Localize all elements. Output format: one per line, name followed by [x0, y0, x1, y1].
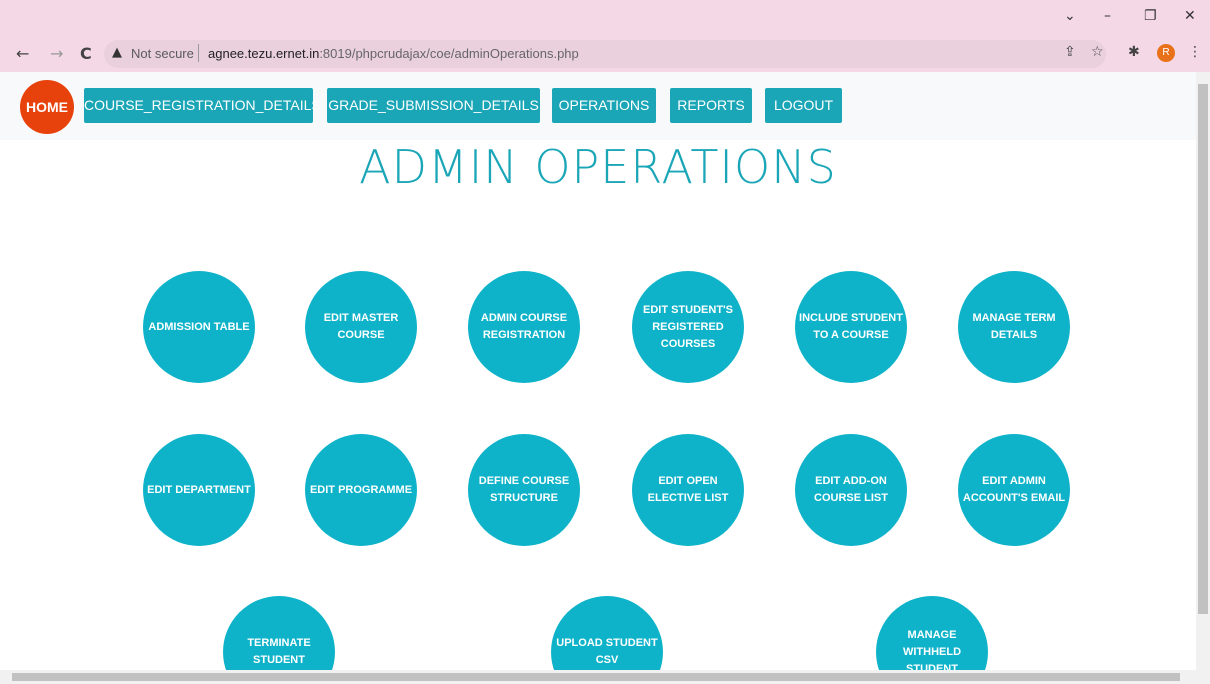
edit-department-button[interactable]: EDIT DEPARTMENT — [143, 434, 255, 546]
vertical-scrollbar[interactable] — [1196, 72, 1210, 670]
nav-reports[interactable]: REPORTS — [670, 88, 752, 123]
warning-icon[interactable]: ▲ — [112, 45, 122, 60]
page-content: HOME COURSE_REGISTRATION_DETAILS GRADE_S… — [0, 72, 1196, 670]
admission-table-button[interactable]: ADMISSION TABLE — [143, 271, 255, 383]
edit-master-course-button[interactable]: EDIT MASTER COURSE — [305, 271, 417, 383]
restore-icon[interactable]: ❐ — [1144, 8, 1157, 24]
define-course-structure-button[interactable]: DEFINE COURSE STRUCTURE — [468, 434, 580, 546]
edit-add-on-course-list-button[interactable]: EDIT ADD-ON COURSE LIST — [795, 434, 907, 546]
nav-logout[interactable]: LOGOUT — [765, 88, 842, 123]
edit-open-elective-list-button[interactable]: EDIT OPEN ELECTIVE LIST — [632, 434, 744, 546]
back-icon[interactable]: ← — [16, 44, 29, 63]
bookmark-star-icon[interactable]: ☆ — [1091, 44, 1104, 60]
horizontal-scroll-thumb[interactable] — [12, 673, 1180, 681]
forward-icon[interactable]: → — [50, 44, 63, 63]
address-separator — [198, 44, 199, 62]
browser-title-bar: ⌄ – ❐ ✕ — [0, 0, 1210, 36]
terminate-student-button[interactable]: TERMINATE STUDENT — [223, 596, 335, 670]
nav-course-registration-details[interactable]: COURSE_REGISTRATION_DETAILS — [84, 88, 321, 123]
edit-programme-button[interactable]: EDIT PROGRAMME — [305, 434, 417, 546]
page-title: ADMIN OPERATIONS — [359, 140, 837, 194]
upload-student-csv-button[interactable]: UPLOAD STUDENT CSV — [551, 596, 663, 670]
manage-withheld-student-button[interactable]: MANAGE WITHHELD STUDENT — [876, 596, 988, 670]
close-icon[interactable]: ✕ — [1184, 8, 1196, 24]
manage-term-details-button[interactable]: MANAGE TERM DETAILS — [958, 271, 1070, 383]
profile-avatar[interactable]: R — [1157, 44, 1175, 62]
edit-registered-courses-button[interactable]: EDIT STUDENT'S REGISTERED COURSES — [632, 271, 744, 383]
security-label[interactable]: Not secure — [131, 46, 194, 61]
extensions-icon[interactable]: ✱ — [1128, 44, 1140, 60]
share-icon[interactable]: ⇪ — [1064, 44, 1076, 60]
site-navbar: HOME COURSE_REGISTRATION_DETAILS GRADE_S… — [0, 72, 1196, 140]
browser-menu-icon[interactable]: ⋮ — [1188, 44, 1202, 60]
horizontal-scrollbar[interactable] — [0, 670, 1210, 684]
nav-grade-submission-details[interactable]: GRADE_SUBMISSION_DETAILS — [327, 88, 540, 123]
minimize-icon[interactable]: – — [1104, 8, 1111, 24]
home-button[interactable]: HOME — [20, 80, 74, 134]
edit-admin-email-button[interactable]: EDIT ADMIN ACCOUNT'S EMAIL — [958, 434, 1070, 546]
url-path: :8019/phpcrudajax/coe/adminOperations.ph… — [319, 46, 579, 61]
vertical-scroll-thumb[interactable] — [1198, 84, 1208, 614]
include-student-button[interactable]: INCLUDE STUDENT TO A COURSE — [795, 271, 907, 383]
url-text[interactable]: agnee.tezu.ernet.in:8019/phpcrudajax/coe… — [208, 46, 579, 61]
admin-course-registration-button[interactable]: ADMIN COURSE REGISTRATION — [468, 271, 580, 383]
url-host: agnee.tezu.ernet.in — [208, 46, 320, 61]
reload-icon[interactable]: C — [80, 44, 92, 63]
tab-search-icon[interactable]: ⌄ — [1064, 8, 1076, 24]
nav-operations[interactable]: OPERATIONS — [552, 88, 656, 123]
